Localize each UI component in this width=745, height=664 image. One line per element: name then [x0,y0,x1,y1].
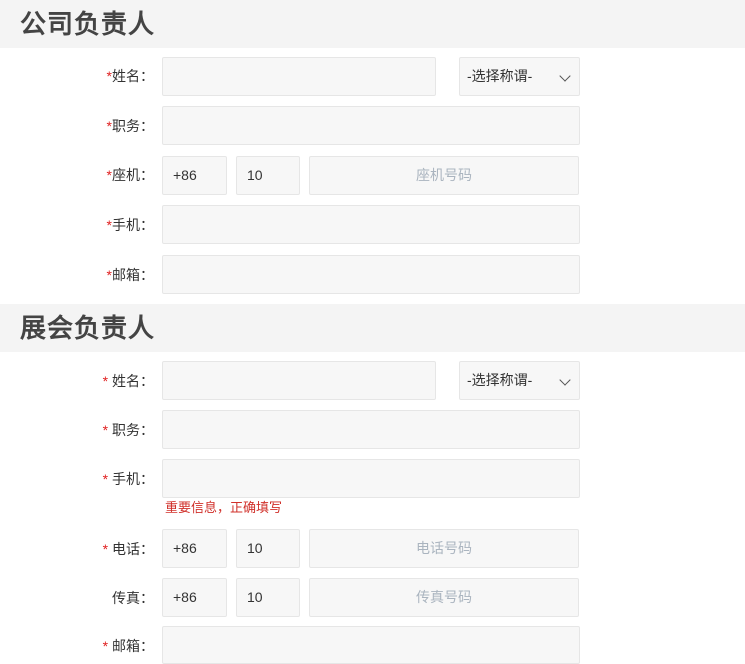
company-email-label: *邮箱： [4,265,154,285]
company-mobile-label-text: 手机： [112,217,154,233]
company-name-label: *姓名： [4,66,154,86]
exhibition-email-label: * 邮箱： [4,636,154,656]
company-email-label-text: 邮箱： [112,267,154,283]
exhibition-mobile-input[interactable] [162,459,580,498]
exhibition-phone-label: * 电话： [4,539,154,559]
company-section-header: 公司负责人 [0,0,745,48]
exhibition-name-label-text: 姓名： [108,373,154,389]
exhibition-phone-placeholder: 电话号码 [416,540,472,556]
company-position-label-text: 职务： [112,118,154,134]
company-landline-label: *座机： [4,165,154,185]
company-landline-country-code[interactable]: +86 [162,156,227,195]
exhibition-fax-area-code[interactable]: 10 [236,578,300,617]
exhibition-salutation-select[interactable]: -选择称谓- [459,361,580,400]
company-landline-number-input[interactable]: 座机号码 [309,156,579,195]
exhibition-name-label: * 姓名： [4,371,154,391]
chevron-down-icon [559,70,571,82]
exhibition-phone-country-code[interactable]: +86 [162,529,227,568]
exhibition-mobile-hint: 重要信息，正确填写 [165,500,283,515]
company-landline-placeholder: 座机号码 [416,167,472,183]
exhibition-section-title: 展会负责人 [20,313,156,343]
company-name-input[interactable] [162,57,436,96]
company-email-input[interactable] [162,255,580,294]
company-salutation-select[interactable]: -选择称谓- [459,57,580,96]
exhibition-position-label-text: 职务： [108,422,154,438]
exhibition-fax-label: 传真： [112,590,154,606]
company-landline-area-code[interactable]: 10 [236,156,300,195]
exhibition-salutation-value: -选择称谓- [467,372,533,388]
exhibition-email-label-text: 邮箱： [108,638,154,654]
exhibition-mobile-label: * 手机： [4,469,154,489]
exhibition-position-label: * 职务： [4,420,154,440]
exhibition-fax-country-code[interactable]: +86 [162,578,227,617]
company-name-label-text: 姓名： [112,68,154,84]
exhibition-phone-number-input[interactable]: 电话号码 [309,529,579,568]
company-position-label: *职务： [4,116,154,136]
exhibition-section-header: 展会负责人 [0,304,745,352]
company-salutation-value: -选择称谓- [467,68,533,84]
company-position-input[interactable] [162,106,580,145]
exhibition-mobile-label-text: 手机： [108,471,154,487]
exhibition-fax-number-input[interactable]: 传真号码 [309,578,579,617]
company-section-title: 公司负责人 [20,9,156,39]
chevron-down-icon [559,374,571,386]
exhibition-email-input[interactable] [162,626,580,664]
exhibition-position-input[interactable] [162,410,580,449]
exhibition-name-input[interactable] [162,361,436,400]
exhibition-phone-area-code[interactable]: 10 [236,529,300,568]
company-mobile-label: *手机： [4,215,154,235]
exhibition-fax-placeholder: 传真号码 [416,589,472,605]
company-landline-label-text: 座机： [112,167,154,183]
exhibition-phone-label-text: 电话： [108,541,154,557]
company-mobile-input[interactable] [162,205,580,244]
